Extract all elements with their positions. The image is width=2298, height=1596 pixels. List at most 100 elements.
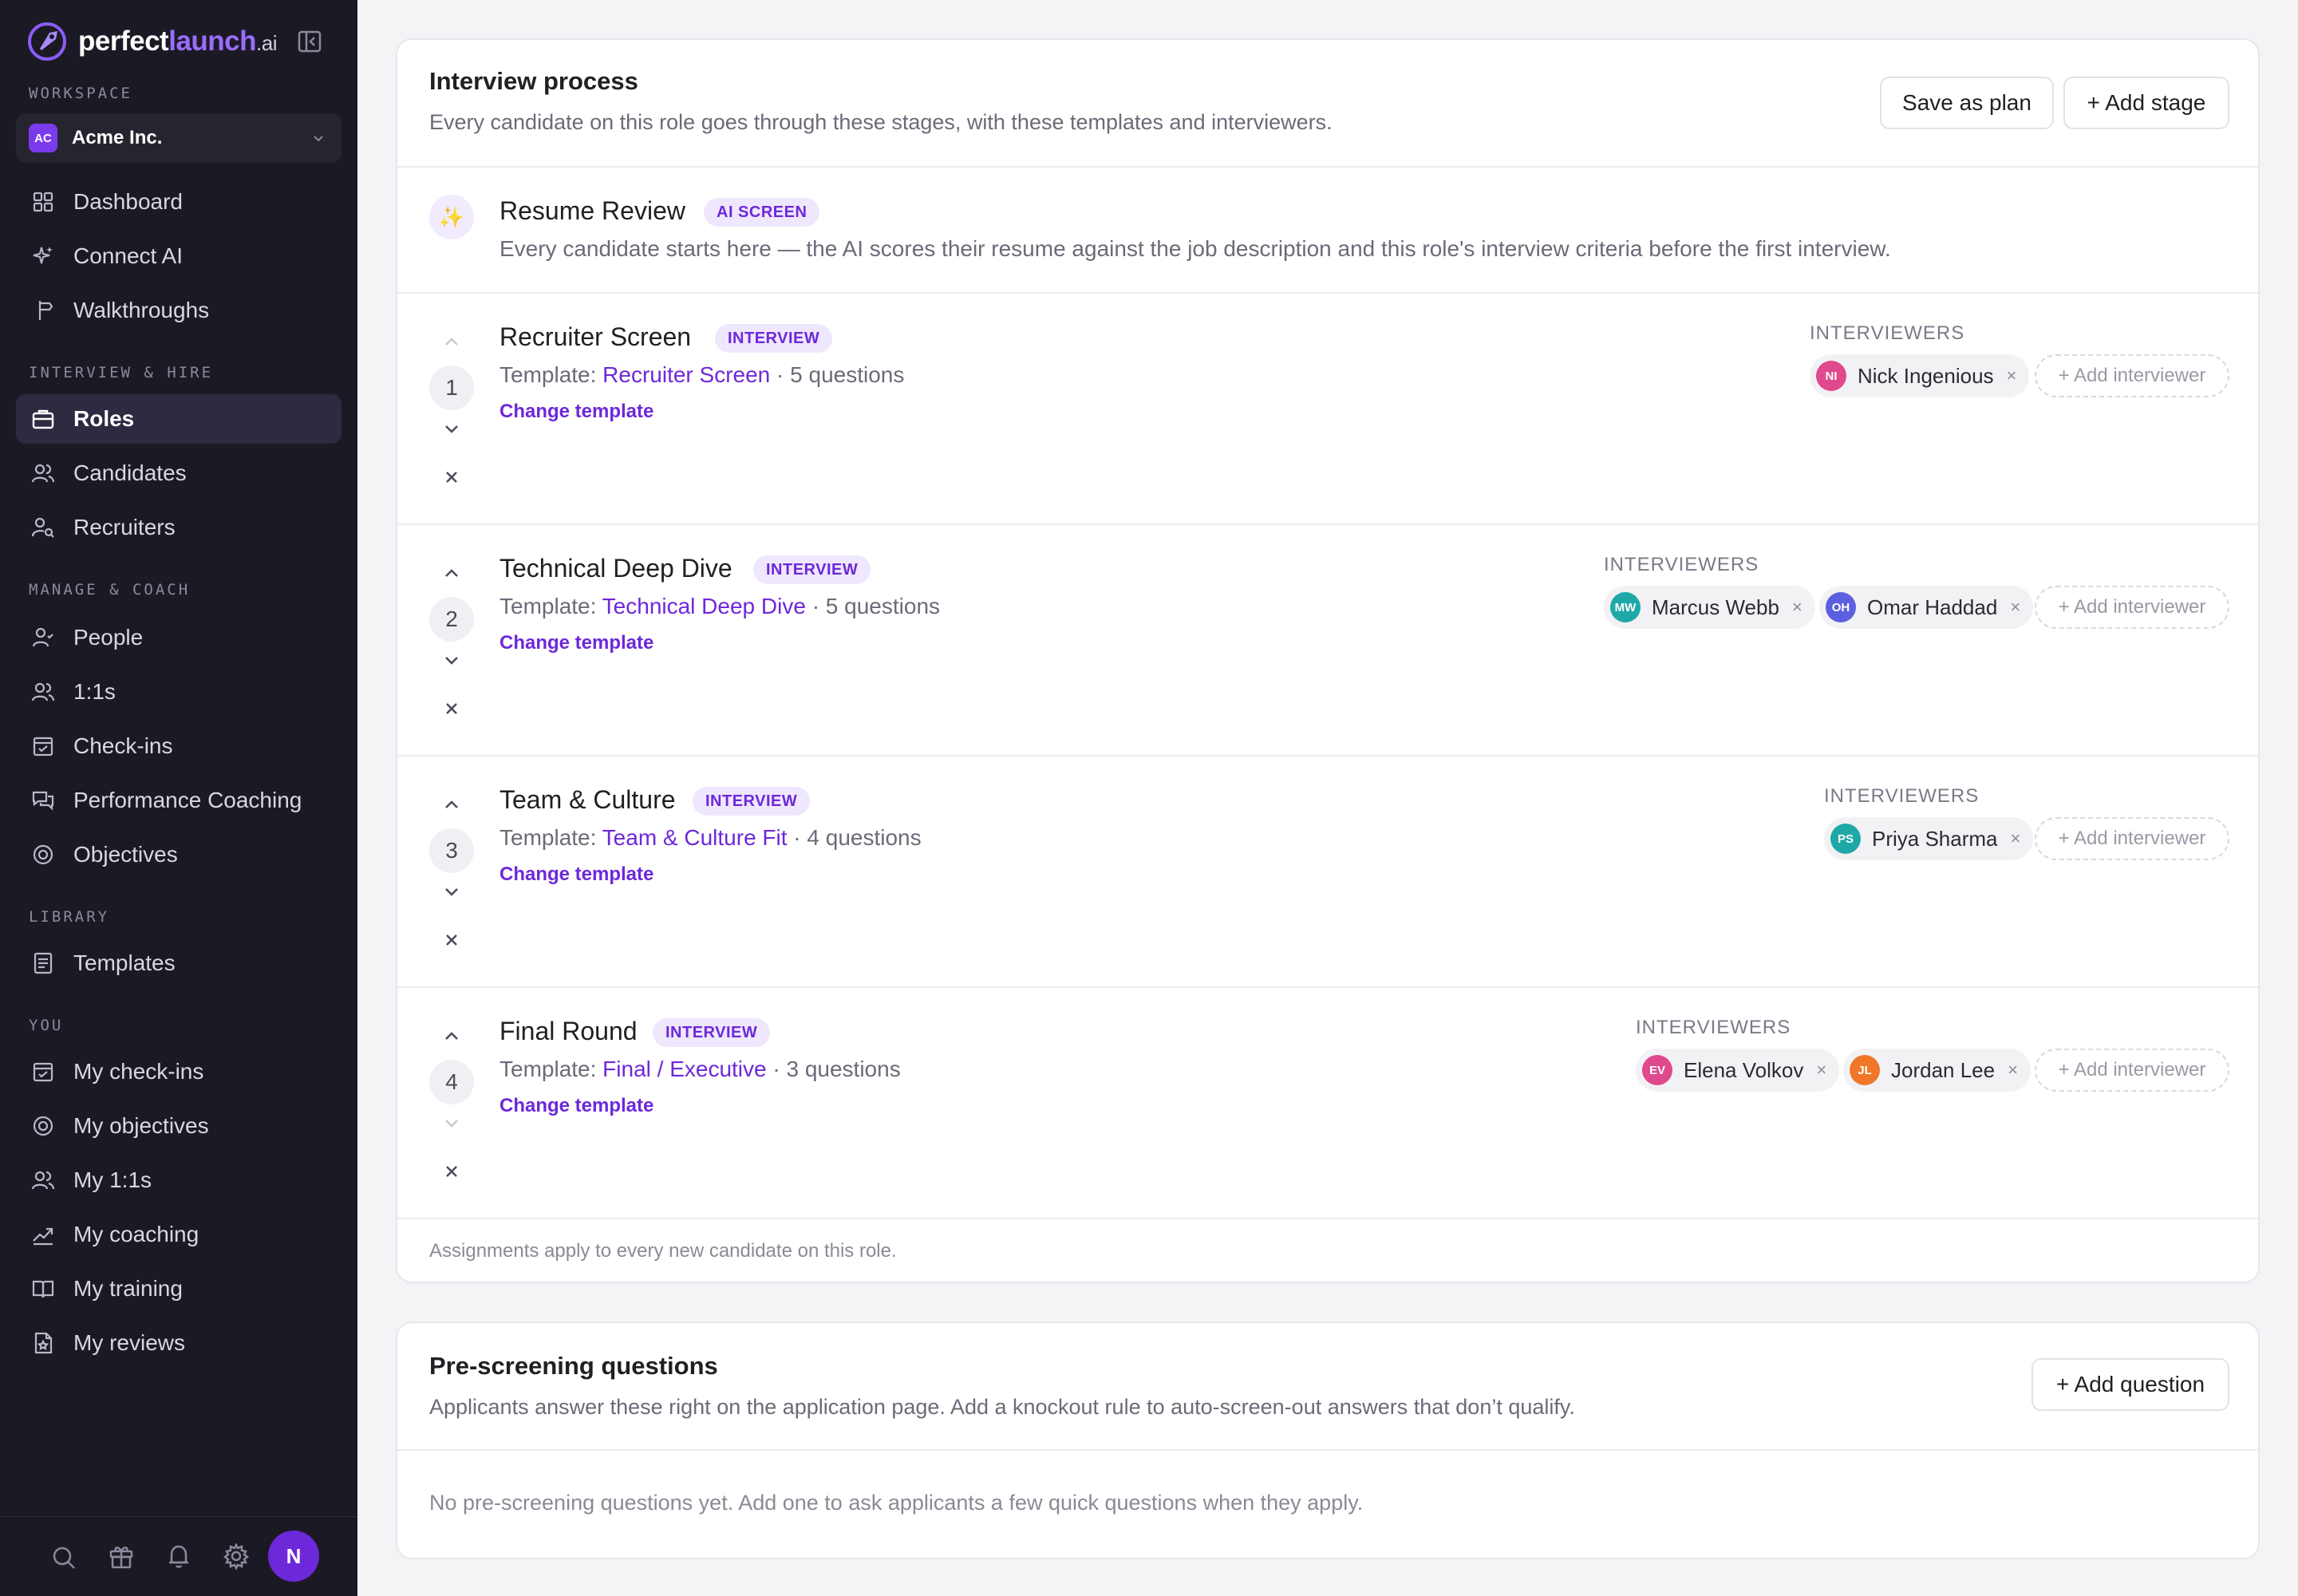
trend-icon xyxy=(33,1227,53,1246)
sidebar-item-dashboard[interactable]: Dashboard xyxy=(16,177,342,227)
remove-interviewer-icon[interactable]: × xyxy=(2008,1060,2018,1080)
remove-interviewer-icon[interactable]: × xyxy=(2007,365,2017,386)
brand-name: perfectlaunch.ai xyxy=(78,26,277,57)
sidebar-item-check-ins[interactable]: Check-ins xyxy=(16,721,342,771)
template-link[interactable]: Final / Executive xyxy=(602,1057,766,1081)
sidebar-item-label: Objectives xyxy=(73,842,178,867)
remove-stage-icon[interactable] xyxy=(439,464,464,490)
change-template-link[interactable]: Change template xyxy=(499,401,653,423)
interviewer-name: Priya Sharma xyxy=(1872,826,1998,851)
sidebar-item-roles[interactable]: Roles xyxy=(16,394,342,444)
remove-stage-icon[interactable] xyxy=(439,1159,464,1184)
sidebar-item-label: Performance Coaching xyxy=(73,788,302,812)
sidebar-item-recruiters[interactable]: Recruiters xyxy=(16,503,342,552)
workspace-section-label: WORKSPACE xyxy=(29,85,132,102)
divider xyxy=(397,292,2258,294)
change-template-link[interactable]: Change template xyxy=(499,1095,653,1117)
divider xyxy=(397,523,2258,525)
bell-icon[interactable] xyxy=(164,1542,193,1570)
user-avatar[interactable]: N xyxy=(268,1531,319,1582)
users-icon xyxy=(31,464,55,483)
sidebar-item-my-1on1s[interactable]: My 1:1s xyxy=(16,1156,342,1205)
sidebar-item-my-training[interactable]: My training xyxy=(16,1264,342,1314)
remove-interviewer-icon[interactable]: × xyxy=(2010,597,2020,618)
move-up-icon[interactable] xyxy=(439,792,464,817)
sidebar-item-my-reviews[interactable]: My reviews xyxy=(16,1318,342,1368)
prescreen-title: Pre-screening questions xyxy=(429,1352,718,1380)
search-icon[interactable] xyxy=(49,1543,78,1572)
book-icon xyxy=(32,1280,54,1298)
users-icon xyxy=(31,682,55,701)
collapse-sidebar-icon[interactable] xyxy=(297,29,322,54)
template-line: Template: Final / Executive · 3 question… xyxy=(499,1057,901,1081)
move-down-icon[interactable] xyxy=(439,1111,464,1136)
add-interviewer-button[interactable]: + Add interviewer xyxy=(2035,1049,2229,1092)
change-template-link[interactable]: Change template xyxy=(499,863,653,886)
gear-icon[interactable] xyxy=(222,1542,251,1570)
template-link[interactable]: Technical Deep Dive xyxy=(602,594,806,618)
add-interviewer-button[interactable]: + Add interviewer xyxy=(2035,354,2229,397)
interview-hire-section-label: INTERVIEW & HIRE xyxy=(29,364,214,381)
sidebar: perfectlaunch.ai WORKSPACE AC Acme Inc. … xyxy=(0,0,357,1596)
interviewers-label: INTERVIEWERS xyxy=(1604,554,1759,575)
workspace-badge: AC xyxy=(29,124,57,152)
save-as-plan-button[interactable]: Save as plan xyxy=(1880,77,2054,129)
workspace-switcher[interactable]: AC Acme Inc. xyxy=(16,113,342,163)
interviewer-chip: EV Elena Volkov × xyxy=(1636,1049,1840,1092)
interviewer-chip: MW Marcus Webb × xyxy=(1604,586,1815,629)
avatar: JL xyxy=(1850,1055,1880,1085)
stage-title: Technical Deep Dive xyxy=(499,554,732,583)
sidebar-item-1on1s[interactable]: 1:1s xyxy=(16,667,342,717)
interviewer-name: Nick Ingenious xyxy=(1858,363,1994,388)
sidebar-item-candidates[interactable]: Candidates xyxy=(16,448,342,498)
remove-stage-icon[interactable] xyxy=(439,696,464,721)
sidebar-item-my-objectives[interactable]: My objectives xyxy=(16,1101,342,1151)
users-icon xyxy=(31,1171,55,1190)
avatar: PS xyxy=(1830,824,1861,854)
template-link[interactable]: Recruiter Screen xyxy=(602,362,770,387)
remove-stage-icon[interactable] xyxy=(439,927,464,953)
rocket-logo-icon xyxy=(28,22,66,61)
sidebar-item-performance-coaching[interactable]: Performance Coaching xyxy=(16,776,342,825)
sidebar-item-connect-ai[interactable]: Connect AI xyxy=(16,231,342,281)
interviewer-name: Marcus Webb xyxy=(1652,595,1779,619)
add-interviewer-button[interactable]: + Add interviewer xyxy=(2035,817,2229,860)
sidebar-item-walkthroughs[interactable]: Walkthroughs xyxy=(16,286,342,335)
remove-interviewer-icon[interactable]: × xyxy=(1816,1060,1826,1080)
user-icon xyxy=(32,627,53,647)
move-up-icon[interactable] xyxy=(439,329,464,354)
move-up-icon[interactable] xyxy=(439,1023,464,1049)
sidebar-item-label: My training xyxy=(73,1276,183,1301)
avatar: MW xyxy=(1610,592,1641,622)
divider xyxy=(397,986,2258,988)
sidebar-item-label: My coaching xyxy=(73,1222,199,1246)
add-question-button[interactable]: + Add question xyxy=(2031,1358,2229,1411)
resume-review-title: Resume Review xyxy=(499,196,685,225)
sidebar-item-my-coaching[interactable]: My coaching xyxy=(16,1210,342,1259)
template-line: Template: Technical Deep Dive · 5 questi… xyxy=(499,594,941,618)
change-template-link[interactable]: Change template xyxy=(499,632,653,654)
signpost-icon xyxy=(38,301,53,320)
move-up-icon[interactable] xyxy=(439,560,464,586)
sidebar-item-objectives[interactable]: Objectives xyxy=(16,830,342,879)
sidebar-item-people[interactable]: People xyxy=(16,613,342,662)
template-link[interactable]: Team & Culture Fit xyxy=(602,825,788,850)
move-down-icon[interactable] xyxy=(439,417,464,442)
remove-interviewer-icon[interactable]: × xyxy=(2011,828,2021,849)
move-down-icon[interactable] xyxy=(439,648,464,674)
remove-interviewer-icon[interactable]: × xyxy=(1792,597,1802,618)
you-section-label: YOU xyxy=(29,1017,64,1034)
sidebar-item-templates[interactable]: Templates xyxy=(16,938,342,988)
dashboard-icon xyxy=(33,192,53,212)
sidebar-item-my-check-ins[interactable]: My check-ins xyxy=(16,1047,342,1096)
interview-process-subtitle: Every candidate on this role goes throug… xyxy=(429,110,1333,134)
add-stage-button[interactable]: + Add stage xyxy=(2063,77,2229,129)
move-down-icon[interactable] xyxy=(439,879,464,905)
divider xyxy=(397,1449,2258,1451)
gift-icon[interactable] xyxy=(107,1542,136,1570)
add-interviewer-button[interactable]: + Add interviewer xyxy=(2035,586,2229,629)
sidebar-item-label: Check-ins xyxy=(73,733,173,758)
brand[interactable]: perfectlaunch.ai xyxy=(26,18,277,65)
template-line: Template: Recruiter Screen · 5 questions xyxy=(499,362,905,387)
stage-title: Recruiter Screen xyxy=(499,322,692,351)
